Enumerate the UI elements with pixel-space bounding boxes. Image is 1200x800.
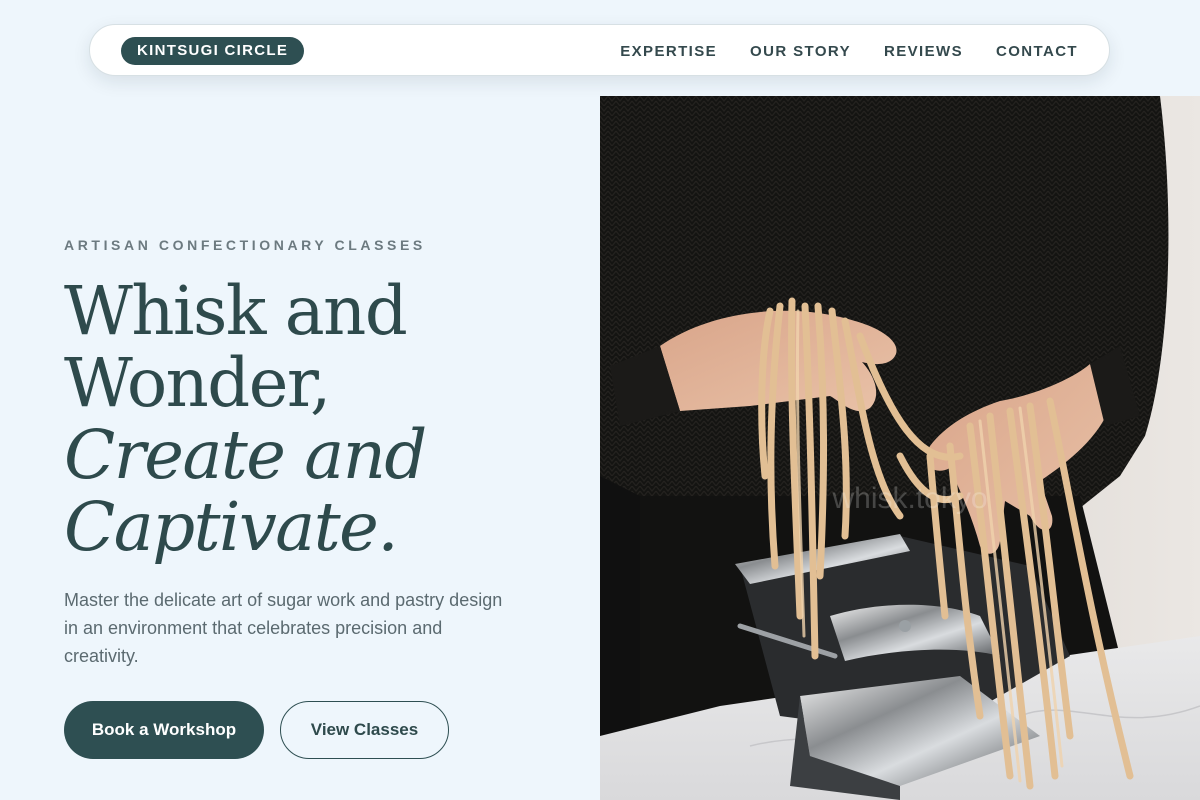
- nav-links: EXPERTISE OUR STORY REVIEWS CONTACT: [620, 25, 1078, 77]
- view-classes-button[interactable]: View Classes: [280, 701, 449, 759]
- hero-description: Master the delicate art of sugar work an…: [64, 590, 503, 666]
- nav-link-our-story[interactable]: OUR STORY: [750, 43, 851, 60]
- nav-link-expertise[interactable]: EXPERTISE: [620, 43, 717, 60]
- headline-line-2: Wonder,: [64, 344, 331, 422]
- hero-headline: Whisk and Wonder, Create and Captivate.: [64, 275, 584, 563]
- hero-photo-pasta-making: whisk.tokyo: [600, 96, 1200, 800]
- headline-line-1: Whisk and: [64, 272, 408, 350]
- hero-eyebrow: ARTISAN CONFECTIONARY CLASSES: [64, 237, 426, 253]
- headline-line-4: Captivate.: [64, 488, 399, 566]
- brand-logo-pill[interactable]: KINTSUGI CIRCLE: [121, 37, 305, 65]
- nav-link-reviews[interactable]: REVIEWS: [884, 43, 963, 60]
- book-workshop-button[interactable]: Book a Workshop: [64, 701, 264, 759]
- nav-link-contact[interactable]: CONTACT: [996, 43, 1078, 60]
- pasta-illustration: whisk.tokyo: [600, 96, 1200, 800]
- top-navbar: KINTSUGI CIRCLE EXPERTISE OUR STORY REVI…: [89, 24, 1110, 76]
- headline-line-3: Create and: [64, 416, 427, 494]
- image-watermark: whisk.tokyo: [831, 482, 987, 515]
